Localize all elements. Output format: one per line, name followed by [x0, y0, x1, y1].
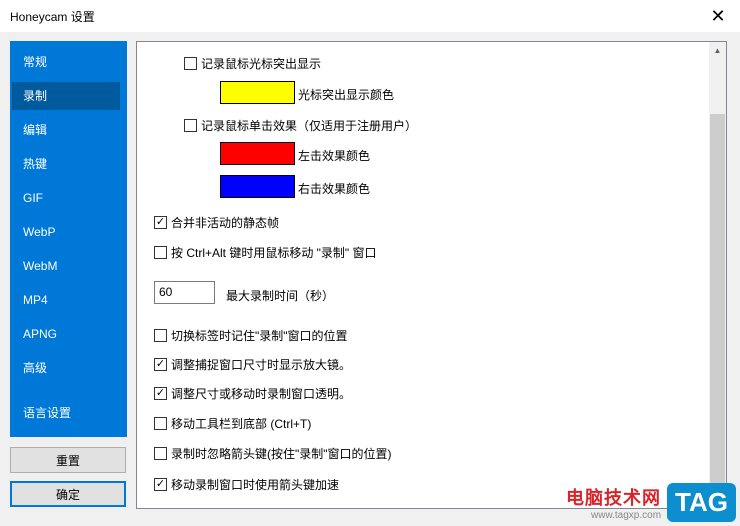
scroll-up-arrow-icon[interactable]: ▲: [709, 42, 726, 59]
click-effect-option[interactable]: 记录鼠标单击效果（仅适用于注册用户）: [184, 116, 417, 134]
ok-button[interactable]: 确定: [10, 481, 126, 507]
remember-position-label: 切换标签时记住"录制"窗口的位置: [171, 328, 348, 343]
highlight-cursor-option[interactable]: 记录鼠标光标突出显示: [184, 54, 321, 72]
ignore-arrows-option[interactable]: 录制时忽略箭头键(按住"录制"窗口的位置): [154, 444, 392, 462]
reset-button[interactable]: 重置: [10, 447, 126, 473]
merge-static-checkbox[interactable]: ✓: [154, 215, 167, 229]
right-click-color-swatch[interactable]: [220, 175, 295, 198]
sidebar-item-edit[interactable]: 编辑: [12, 116, 120, 144]
arrow-accel-label: 移动录制窗口时使用箭头键加速: [171, 477, 340, 492]
sidebar-item-webm[interactable]: WebM: [12, 252, 120, 280]
merge-static-option[interactable]: ✓ 合并非活动的静态帧: [154, 213, 279, 231]
highlight-color-swatch[interactable]: [220, 81, 295, 104]
ctrl-alt-move-label: 按 Ctrl+Alt 键时用鼠标移动 "录制" 窗口: [171, 245, 377, 260]
watermark-url: www.tagxp.com: [591, 510, 662, 521]
transparent-checkbox[interactable]: ✓: [154, 386, 167, 400]
close-button[interactable]: ✕: [696, 0, 740, 32]
max-record-time-label: 最大录制时间（秒）: [226, 289, 335, 303]
remember-position-checkbox[interactable]: [154, 328, 167, 342]
click-effect-checkbox[interactable]: [184, 118, 197, 132]
magnifier-label: 调整捕捉窗口尺寸时显示放大镜。: [171, 357, 352, 372]
ignore-arrows-checkbox[interactable]: [154, 446, 167, 460]
ctrl-alt-move-checkbox[interactable]: [154, 245, 167, 259]
window-title: Honeycam 设置: [10, 10, 95, 24]
arrow-accel-option[interactable]: ✓ 移动录制窗口时使用箭头键加速: [154, 475, 339, 493]
highlight-cursor-checkbox[interactable]: [184, 56, 197, 70]
highlight-cursor-label: 记录鼠标光标突出显示: [201, 56, 322, 71]
right-click-color-label: 右击效果颜色: [298, 182, 371, 196]
watermark: 电脑技术网 www.tagxp.com TAG: [566, 483, 736, 522]
magnifier-checkbox[interactable]: ✓: [154, 357, 167, 371]
remember-position-option[interactable]: 切换标签时记住"录制"窗口的位置: [154, 326, 348, 344]
sidebar-item-mp4[interactable]: MP4: [12, 286, 120, 314]
toolbar-bottom-label: 移动工具栏到底部 (Ctrl+T): [171, 416, 312, 431]
settings-panel: ▲ 记录鼠标光标突出显示 光标突出显示颜色 记录鼠标单击效果（仅适用于注册用户）…: [136, 41, 727, 509]
watermark-site-name: 电脑技术网: [566, 488, 662, 508]
highlight-color-label: 光标突出显示颜色: [298, 88, 395, 102]
sidebar-item-language[interactable]: 语言设置: [12, 399, 120, 427]
close-icon: ✕: [710, 5, 726, 26]
toolbar-bottom-option[interactable]: 移动工具栏到底部 (Ctrl+T): [154, 414, 311, 432]
click-effect-label: 记录鼠标单击效果（仅适用于注册用户）: [201, 118, 418, 133]
transparent-option[interactable]: ✓ 调整尺寸或移动时录制窗口透明。: [154, 384, 351, 402]
left-click-color-label: 左击效果颜色: [298, 149, 371, 163]
sidebar-item-advanced[interactable]: 高级: [12, 354, 120, 382]
watermark-tag-logo: TAG: [667, 483, 736, 522]
merge-static-label: 合并非活动的静态帧: [171, 215, 280, 230]
toolbar-bottom-checkbox[interactable]: [154, 416, 167, 430]
arrow-accel-checkbox[interactable]: ✓: [154, 477, 167, 491]
ctrl-alt-move-option[interactable]: 按 Ctrl+Alt 键时用鼠标移动 "录制" 窗口: [154, 243, 377, 261]
transparent-label: 调整尺寸或移动时录制窗口透明。: [171, 386, 352, 401]
scrollbar-thumb[interactable]: [710, 114, 725, 508]
magnifier-option[interactable]: ✓ 调整捕捉窗口尺寸时显示放大镜。: [154, 355, 351, 373]
left-click-color-swatch[interactable]: [220, 142, 295, 165]
title-bar: Honeycam 设置 ✕: [0, 0, 740, 32]
sidebar-item-record[interactable]: 录制: [12, 82, 120, 110]
sidebar-item-gif[interactable]: GIF: [12, 184, 120, 212]
sidebar: 常规 录制 编辑 热键 GIF WebP WebM MP4 APNG 高级 语言…: [10, 41, 127, 437]
scrollbar[interactable]: ▲: [709, 42, 726, 508]
sidebar-item-hotkeys[interactable]: 热键: [12, 150, 120, 178]
sidebar-item-apng[interactable]: APNG: [12, 320, 120, 348]
sidebar-item-webp[interactable]: WebP: [12, 218, 120, 246]
ignore-arrows-label: 录制时忽略箭头键(按住"录制"窗口的位置): [171, 446, 392, 461]
max-record-time-input[interactable]: 60: [154, 281, 215, 304]
sidebar-item-general[interactable]: 常规: [12, 48, 120, 76]
